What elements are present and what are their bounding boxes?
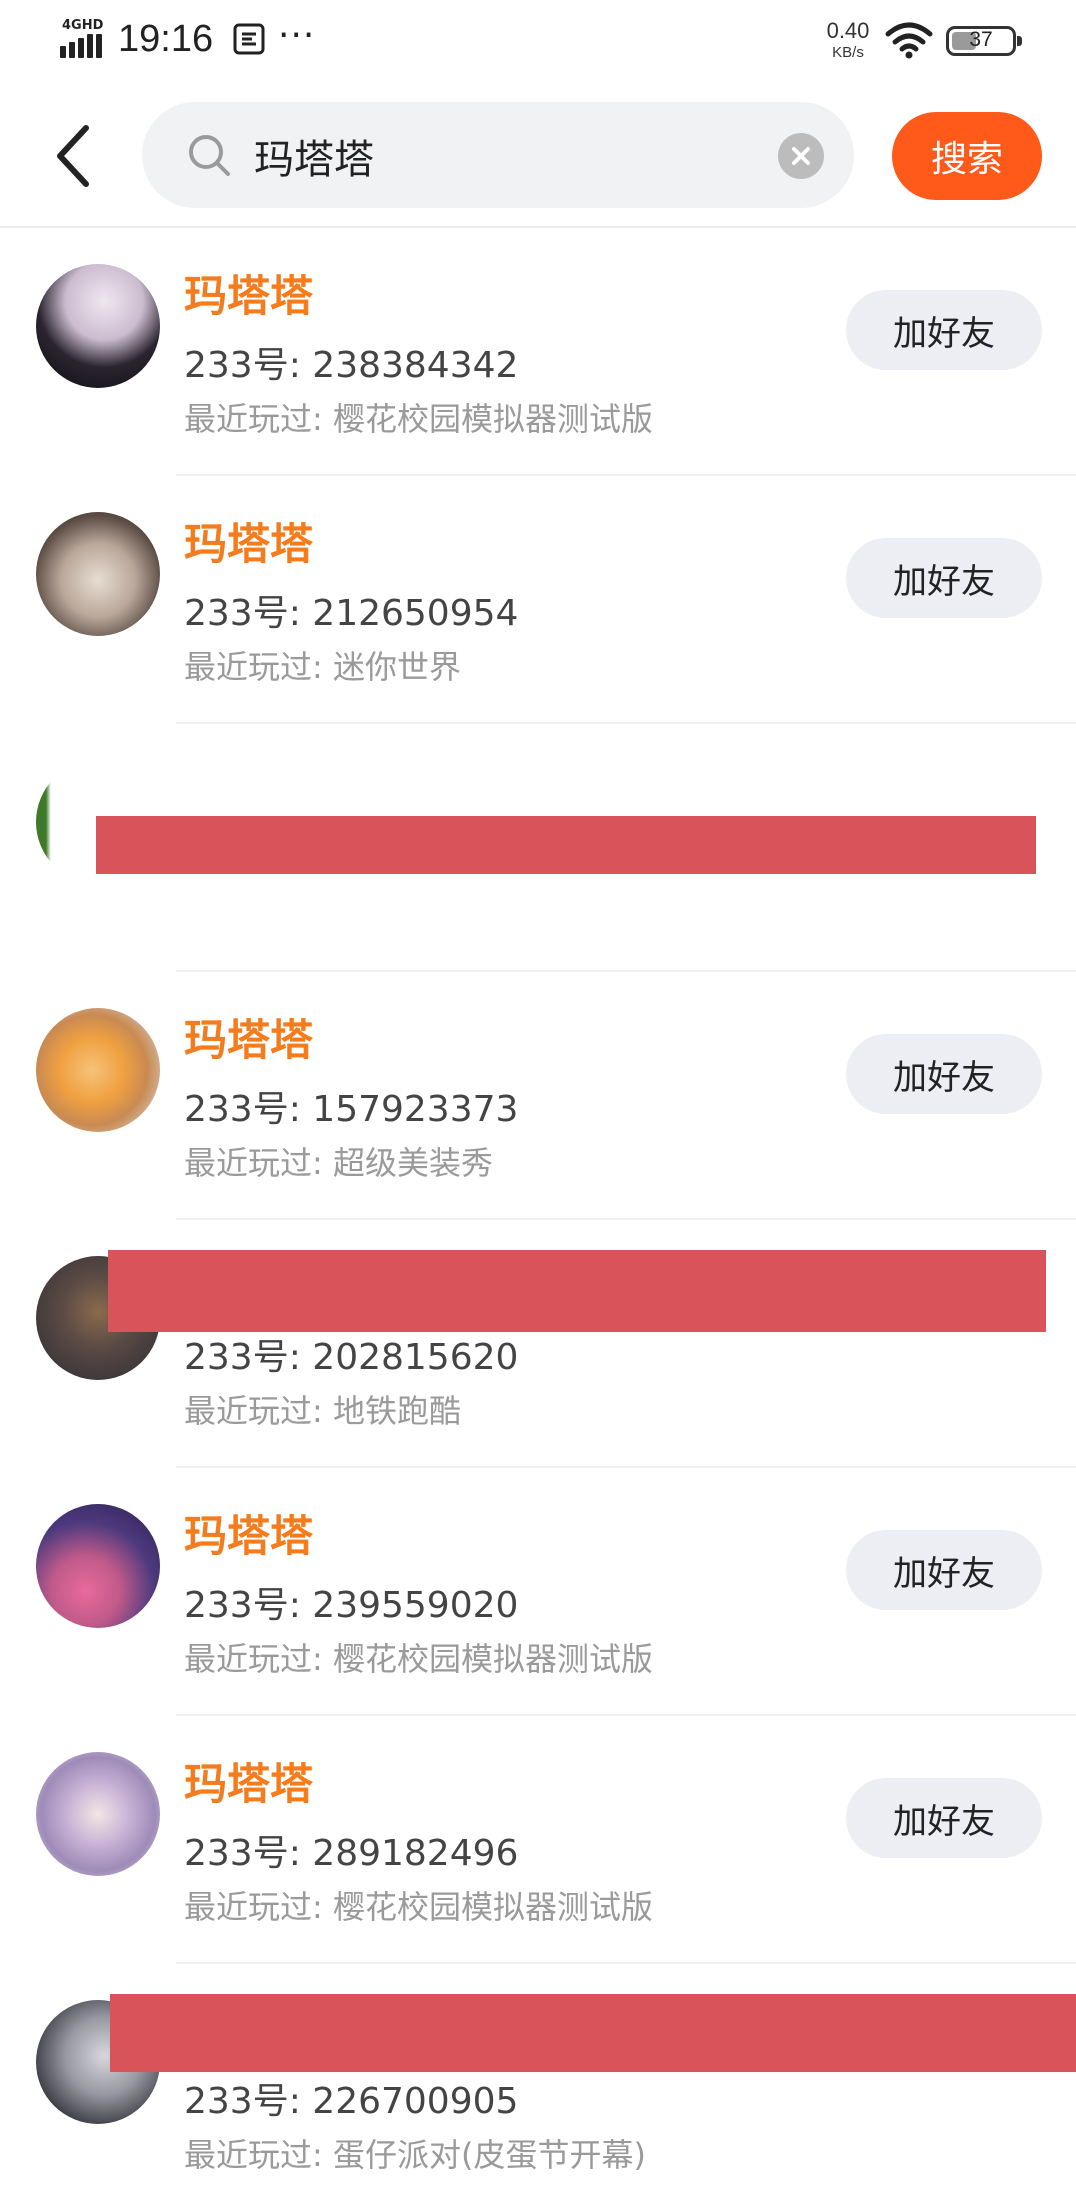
avatar xyxy=(36,512,160,636)
username: 玛塔塔 xyxy=(184,1760,313,1810)
avatar xyxy=(36,1504,160,1628)
cellular-signal-icon: 4GHD xyxy=(60,18,106,58)
speed-value: 0.40 xyxy=(826,18,870,43)
add-friend-button[interactable]: 加好友 xyxy=(846,1530,1042,1610)
user-id: 233号: 289182496 xyxy=(184,1833,519,1874)
recently-played: 最近玩过: 超级美装秀 xyxy=(184,1144,493,1182)
battery-icon: 37 xyxy=(946,26,1022,56)
back-arrow-icon xyxy=(57,125,89,187)
search-input[interactable] xyxy=(252,120,756,192)
user-result-row[interactable] xyxy=(0,724,1076,972)
notification-icon xyxy=(232,22,266,56)
username: 玛塔塔 xyxy=(184,1016,313,1066)
user-result-row[interactable]: 玛塔塔 233号: 239559020 最近玩过: 樱花校园模拟器测试版 加好友 xyxy=(0,1468,1076,1716)
search-button[interactable]: 搜索 xyxy=(892,112,1042,200)
back-button[interactable] xyxy=(46,120,102,192)
avatar xyxy=(36,1752,160,1876)
add-friend-button[interactable]: 加好友 xyxy=(846,290,1042,370)
recently-played: 最近玩过: 樱花校园模拟器测试版 xyxy=(184,1888,653,1926)
user-result-row[interactable]: 玛塔塔 233号: 238384342 最近玩过: 樱花校园模拟器测试版 加好友 xyxy=(0,228,1076,476)
username: 玛塔塔 xyxy=(184,1512,313,1562)
user-id: 233号: 239559020 xyxy=(184,1585,519,1626)
close-icon xyxy=(792,147,810,165)
battery-level: 37 xyxy=(969,28,993,51)
more-status-icons: ··· xyxy=(278,15,316,56)
search-header: 搜索 xyxy=(0,90,1076,228)
speed-unit: KB/s xyxy=(832,44,864,61)
recently-played: 最近玩过: 蛋仔派对(皮蛋节开幕) xyxy=(184,2136,646,2174)
clock: 19:16 xyxy=(118,18,214,60)
user-id: 233号: 238384342 xyxy=(184,345,519,386)
user-id: 233号: 212650954 xyxy=(184,593,519,634)
avatar xyxy=(36,264,160,388)
recently-played: 最近玩过: 地铁跑酷 xyxy=(184,1392,461,1430)
network-speed: 0.40 KB/s xyxy=(818,18,878,61)
user-result-row[interactable]: 玛塔塔 233号: 212650954 最近玩过: 迷你世界 加好友 xyxy=(0,476,1076,724)
user-result-row[interactable]: 玛塔塔 233号: 289182496 最近玩过: 樱花校园模拟器测试版 加好友 xyxy=(0,1716,1076,1964)
recently-played: 最近玩过: 樱花校园模拟器测试版 xyxy=(184,400,653,438)
username: 玛塔塔 xyxy=(184,520,313,570)
network-type: 4GHD xyxy=(62,18,104,33)
redaction-bar xyxy=(110,1994,1076,2072)
user-result-row[interactable]: 233号: 226700905 最近玩过: 蛋仔派对(皮蛋节开幕) xyxy=(0,1964,1076,2212)
recently-played: 最近玩过: 樱花校园模拟器测试版 xyxy=(184,1640,653,1678)
user-result-row[interactable]: 玛塔塔 233号: 157923373 最近玩过: 超级美装秀 加好友 xyxy=(0,972,1076,1220)
user-id: 233号: 157923373 xyxy=(184,1089,519,1130)
clear-search-button[interactable] xyxy=(778,133,824,179)
search-box[interactable] xyxy=(142,102,854,208)
username: 玛塔塔 xyxy=(184,272,313,322)
user-result-row[interactable]: 233号: 202815620 最近玩过: 地铁跑酷 xyxy=(0,1220,1076,1468)
redaction-bar xyxy=(108,1250,1046,1332)
recently-played: 最近玩过: 迷你世界 xyxy=(184,648,461,686)
status-bar: 4GHD 19:16 ··· 0.40 KB/s 37 xyxy=(0,0,1076,90)
avatar xyxy=(36,1008,160,1132)
user-id: 233号: 226700905 xyxy=(184,2081,519,2122)
add-friend-button[interactable]: 加好友 xyxy=(846,538,1042,618)
add-friend-button[interactable]: 加好友 xyxy=(846,1034,1042,1114)
add-friend-button[interactable]: 加好友 xyxy=(846,1778,1042,1858)
redaction-bar xyxy=(96,816,1036,874)
search-icon xyxy=(189,135,230,176)
wifi-icon xyxy=(884,22,934,60)
user-id: 233号: 202815620 xyxy=(184,1337,519,1378)
